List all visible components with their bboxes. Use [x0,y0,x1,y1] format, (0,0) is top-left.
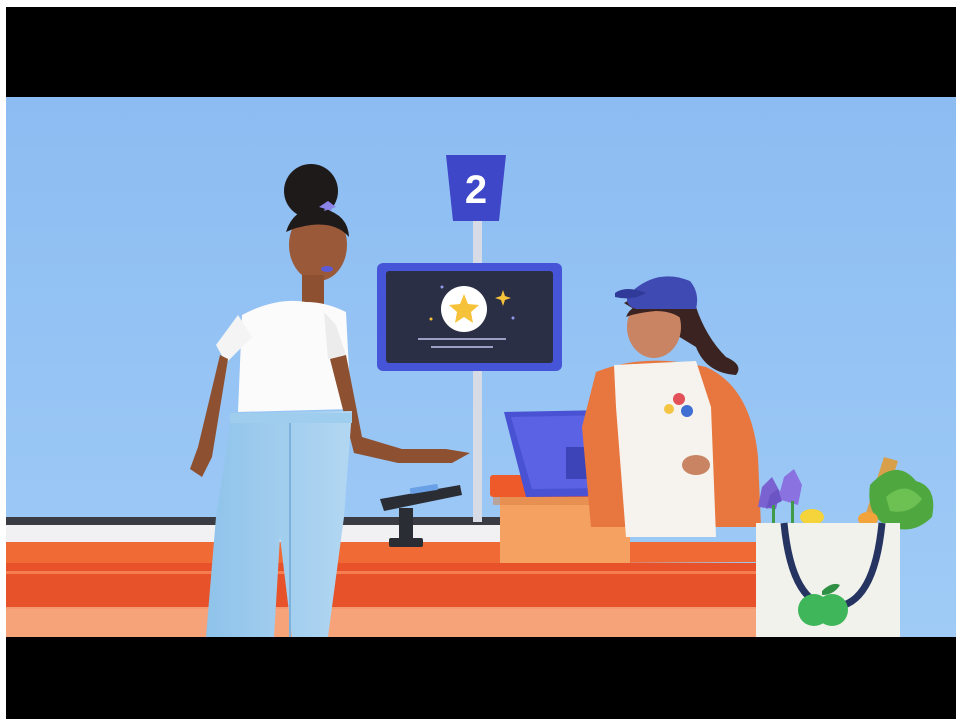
checkout-counter [6,542,758,637]
customer-display [377,263,562,371]
lane-number: 2 [465,168,487,212]
scene-illustration: 2 [6,97,956,637]
video-scene[interactable]: 2 [6,97,956,637]
